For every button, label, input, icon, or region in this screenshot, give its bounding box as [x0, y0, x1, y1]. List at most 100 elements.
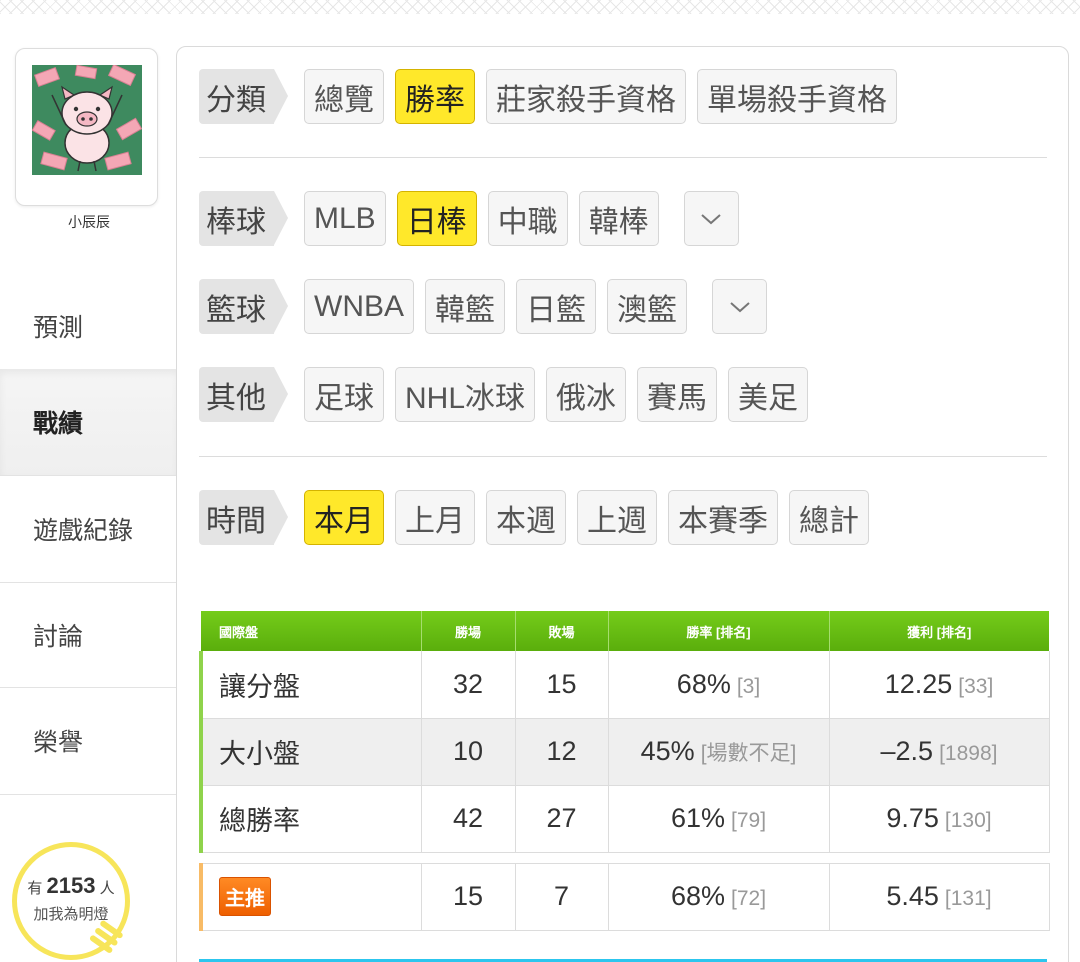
profit-value: –2.5 [880, 736, 934, 766]
expand-baseball-button[interactable] [683, 191, 739, 246]
row-wins: 32 [421, 651, 516, 719]
divider [199, 157, 1047, 158]
chip-nhl[interactable]: NHL冰球 [395, 367, 536, 422]
win-rate-rank: [72] [731, 887, 767, 910]
nav-item-honor[interactable]: 榮譽 [0, 688, 178, 795]
chip-american-football[interactable]: 美足 [728, 367, 809, 422]
torn-paper-edge [0, 0, 1080, 14]
expand-basketball-button[interactable] [712, 279, 767, 334]
nav-item-label: 討論 [33, 623, 84, 651]
row-losses: 12 [515, 718, 609, 786]
chip-last-month[interactable]: 上月 [395, 490, 475, 545]
row-wins: 42 [421, 785, 516, 853]
chip-overview[interactable]: 總覽 [304, 69, 384, 124]
table-header-row: 國際盤 勝場 敗場 勝率 [排名] 獲利 [排名] [201, 611, 1049, 651]
table-row: 總勝率 42 27 61% [79] 9.75 [130] [199, 785, 1050, 853]
chip-total[interactable]: 總計 [789, 490, 869, 545]
profit-value: 9.75 [886, 803, 939, 833]
row-win-rate: 68% [3] [608, 651, 830, 719]
chip-this-season[interactable]: 本賽季 [668, 490, 778, 545]
row-wins: 10 [421, 718, 516, 786]
row-wins: 15 [421, 862, 516, 931]
filter-label-other: 其他 [199, 367, 288, 422]
chip-kbl[interactable]: 韓籃 [425, 279, 505, 334]
nav-item-label: 預測 [33, 314, 84, 342]
win-rate-value: 61% [670, 803, 725, 833]
profit-rank: [1898] [939, 742, 998, 765]
chip-cpbl[interactable]: 中職 [487, 191, 568, 246]
win-rate-rank: [3] [736, 674, 761, 698]
chip-this-week[interactable]: 本週 [486, 490, 566, 545]
win-rate-value: 68% [676, 668, 731, 699]
chip-khl[interactable]: 俄冰 [546, 367, 627, 422]
row-losses: 15 [515, 651, 609, 719]
row-win-rate: 61% [79] [608, 785, 830, 853]
win-rate-value: 45% [640, 736, 695, 766]
chevron-down-icon [729, 301, 750, 312]
chip-soccer[interactable]: 足球 [304, 367, 384, 422]
row-profit: –2.5 [1898] [829, 718, 1050, 786]
win-rate-value: 68% [670, 881, 725, 911]
row-losses: 7 [515, 862, 609, 931]
nav-item-record[interactable]: 戰績 [0, 369, 178, 476]
chevron-down-icon [701, 213, 721, 224]
row-win-rate: 45% [場數不足] [608, 718, 830, 786]
row-name: 讓分盤 [199, 651, 422, 719]
chip-kbo[interactable]: 韓棒 [578, 191, 659, 246]
lightbulb-icon [89, 920, 123, 953]
chip-banker-killer[interactable]: 莊家殺手資格 [486, 69, 686, 124]
nav-item-discussion[interactable]: 討論 [0, 583, 178, 688]
avatar-frame[interactable] [15, 48, 158, 206]
chip-npb[interactable]: 日棒 [396, 191, 477, 246]
chip-japan-basketball[interactable]: 日籃 [516, 279, 596, 334]
avatar [32, 65, 142, 175]
chip-horse-racing[interactable]: 賽馬 [637, 367, 718, 422]
win-rate-rank: [場數不足] [700, 742, 797, 765]
header-market: 國際盤 [201, 611, 422, 651]
table-spacer [201, 852, 1049, 863]
header-losses: 敗場 [515, 611, 609, 651]
username: 小辰辰 [68, 214, 110, 230]
profit-rank: [131] [944, 887, 992, 910]
profit-value: 12.25 [884, 668, 953, 699]
chip-this-month[interactable]: 本月 [304, 490, 384, 545]
table-row: 讓分盤 32 15 68% [3] 12.25 [33] [199, 651, 1050, 719]
nav-item-predict[interactable]: 預測 [0, 274, 178, 379]
chip-last-week[interactable]: 上週 [577, 490, 657, 545]
chip-mlb[interactable]: MLB [304, 191, 386, 246]
lamp-suffix: 人 [99, 880, 115, 897]
chip-single-game-killer[interactable]: 單場殺手資格 [697, 69, 897, 124]
filter-label-category: 分類 [199, 69, 288, 124]
filter-row-other: 其他 足球 NHL冰球 俄冰 賽馬 美足 [199, 367, 809, 422]
filter-row-basketball: 籃球 WNBA 韓籃 日籃 澳籃 [199, 279, 767, 334]
header-win-rate: 勝率 [排名] [608, 611, 830, 651]
row-losses: 27 [515, 785, 609, 853]
featured-row: 主推 15 7 68% [72] 5.45 [131] [199, 862, 1050, 931]
chip-wnba[interactable]: WNBA [304, 279, 414, 334]
profit-rank: [130] [944, 809, 992, 832]
filter-label-baseball: 棒球 [199, 191, 288, 246]
filter-row-baseball: 棒球 MLB 日棒 中職 韓棒 [199, 191, 739, 246]
header-profit: 獲利 [排名] [829, 611, 1049, 651]
nav-item-label: 遊戲紀錄 [33, 517, 134, 545]
chip-win-rate[interactable]: 勝率 [395, 69, 475, 124]
row-win-rate: 68% [72] [608, 862, 830, 931]
row-profit: 12.25 [33] [829, 651, 1050, 719]
follower-count-line: 有 2153 人 [17, 873, 125, 899]
row-profit: 5.45 [131] [829, 862, 1050, 931]
stats-panel: 分類 總覽 勝率 莊家殺手資格 單場殺手資格 棒球 MLB 日棒 中職 韓棒 籃… [176, 46, 1069, 962]
table-row: 大小盤 10 12 45% [場數不足] –2.5 [1898] [199, 718, 1050, 786]
profit-value: 5.45 [886, 881, 939, 911]
nav-item-game-log[interactable]: 遊戲紀錄 [0, 476, 178, 583]
follower-count: 2153 [46, 873, 96, 898]
stats-table: 國際盤 勝場 敗場 勝率 [排名] 獲利 [排名] 讓分盤 32 15 68%[… [199, 611, 1050, 931]
nav-item-label: 榮譽 [33, 729, 84, 757]
filter-label-time: 時間 [199, 490, 288, 545]
row-name: 主推 [199, 862, 422, 931]
row-name: 大小盤 [199, 718, 422, 786]
filter-row-time: 時間 本月 上月 本週 上週 本賽季 總計 [199, 490, 869, 545]
profit-rank: [33] [958, 674, 994, 698]
featured-badge: 主推 [219, 877, 271, 916]
filter-row-category: 分類 總覽 勝率 莊家殺手資格 單場殺手資格 [199, 69, 897, 124]
chip-nbl[interactable]: 澳籃 [607, 279, 687, 334]
